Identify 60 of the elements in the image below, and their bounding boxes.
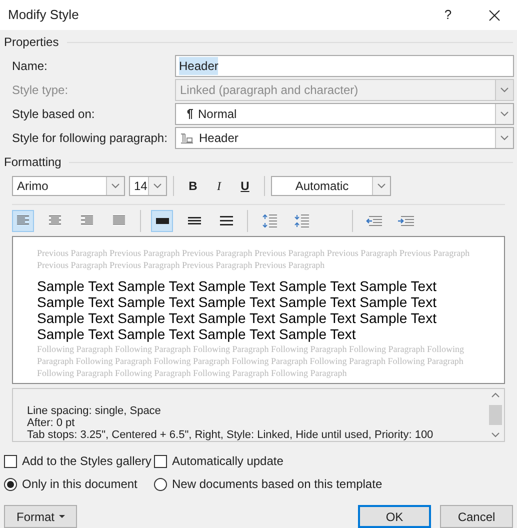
description-text: Line spacing: single, Space: [27, 405, 162, 417]
underline-button[interactable]: U: [232, 176, 258, 196]
checkbox[interactable]: [154, 454, 167, 468]
field-value: Header: [179, 57, 218, 75]
size-dropdown[interactable]: 14: [129, 176, 167, 196]
option-label: Only in this document: [22, 476, 138, 493]
color-dropdown[interactable]: Automatic: [271, 176, 391, 196]
align-left-icon: [17, 215, 29, 226]
close-icon: [488, 10, 500, 20]
field-label: Style based on:: [11, 106, 96, 123]
field-value: Header: [199, 130, 238, 147]
section-heading: Formatting: [4, 154, 62, 171]
line-spacing-icon: [156, 215, 168, 226]
style-dropdown[interactable]: Header: [175, 127, 514, 149]
field-value: Linked (paragraph and character): [180, 82, 358, 99]
color-value: Automatic: [294, 178, 350, 195]
checkbox[interactable]: [4, 454, 17, 468]
italic-button[interactable]: I: [206, 176, 232, 196]
field-label: Style type:: [11, 82, 70, 99]
paragraph-mark-icon: [186, 109, 193, 119]
paragraph-spacing-icon: [262, 214, 276, 228]
following-paragraph-text: Following Paragraph Following Paragraph Following Paragraph Following Paragraph Following Paragraph Following Paragraph Following Paragraph Following Paragraph Following Paragraph Following Paragraph Following Paragraph Following Paragraph Following Paragraph Following Paragraph Following Paragraph: [37, 343, 465, 380]
align-center-icon: [49, 215, 61, 226]
field-label: Style for following paragraph:: [11, 130, 168, 147]
style-dropdown[interactable]: Normal: [175, 103, 514, 125]
align-right-icon: [81, 215, 93, 226]
option-label: Add to the Styles gallery: [22, 453, 152, 470]
field-value: Normal: [198, 106, 237, 123]
help-button[interactable]: ?: [425, 0, 471, 30]
line-spacing-button[interactable]: [151, 210, 173, 232]
line-spacing-icon: [220, 215, 232, 226]
scroll-up-icon[interactable]: [491, 392, 500, 398]
bold-button[interactable]: B: [180, 176, 206, 196]
option-label: Automatically update: [172, 453, 284, 470]
dialog-button[interactable]: Cancel: [440, 505, 513, 528]
increase-indent-icon: [398, 214, 414, 227]
sample-text: Sample Text Sample Text Sample Text Sample Text Sample Text Sample Text Sample Text Sample Text Sample Text Sample Text Sample Text Sample Text Sample Text Sample Text Sample Text Sample Text Sample Text Sample Text Sample Text: [37, 278, 438, 342]
line-spacing-icon: [188, 215, 200, 226]
size-value: 14: [133, 178, 148, 195]
field-label: Name:: [11, 58, 48, 75]
format-menu-button[interactable]: Format: [4, 505, 77, 528]
name-field[interactable]: Header: [175, 55, 514, 77]
align-button[interactable]: [12, 210, 34, 232]
section-heading: Properties: [4, 34, 59, 51]
option-label: New documents based on this template: [172, 476, 382, 493]
decrease-indent-icon: [366, 214, 382, 227]
linked-style-icon: [180, 132, 194, 144]
radio-button[interactable]: [154, 478, 167, 490]
align-justify-icon: [113, 215, 125, 226]
font-value: Arimo: [16, 178, 50, 195]
font-dropdown[interactable]: Arimo: [12, 176, 125, 196]
description-text: After: 0 pt: [27, 417, 76, 429]
window-title: Modify Style: [8, 6, 80, 24]
dialog-button[interactable]: OK: [358, 505, 431, 528]
previous-paragraph-text: Previous Paragraph Previous Paragraph Previous Paragraph Previous Paragraph Previous Paragraph Previous Paragraph Previous Paragraph Previous Paragraph Previous Paragraph Previous Paragraph: [37, 247, 471, 272]
scroll-down-icon[interactable]: [491, 432, 500, 438]
caret-icon: [58, 514, 64, 518]
description-text: Tab stops: 3.25", Centered + 6.5", Right, Style: Linked, Hide until used, Priority: 100: [27, 429, 434, 441]
paragraph-spacing-icon: [294, 214, 308, 228]
radio-button[interactable]: [4, 478, 17, 490]
